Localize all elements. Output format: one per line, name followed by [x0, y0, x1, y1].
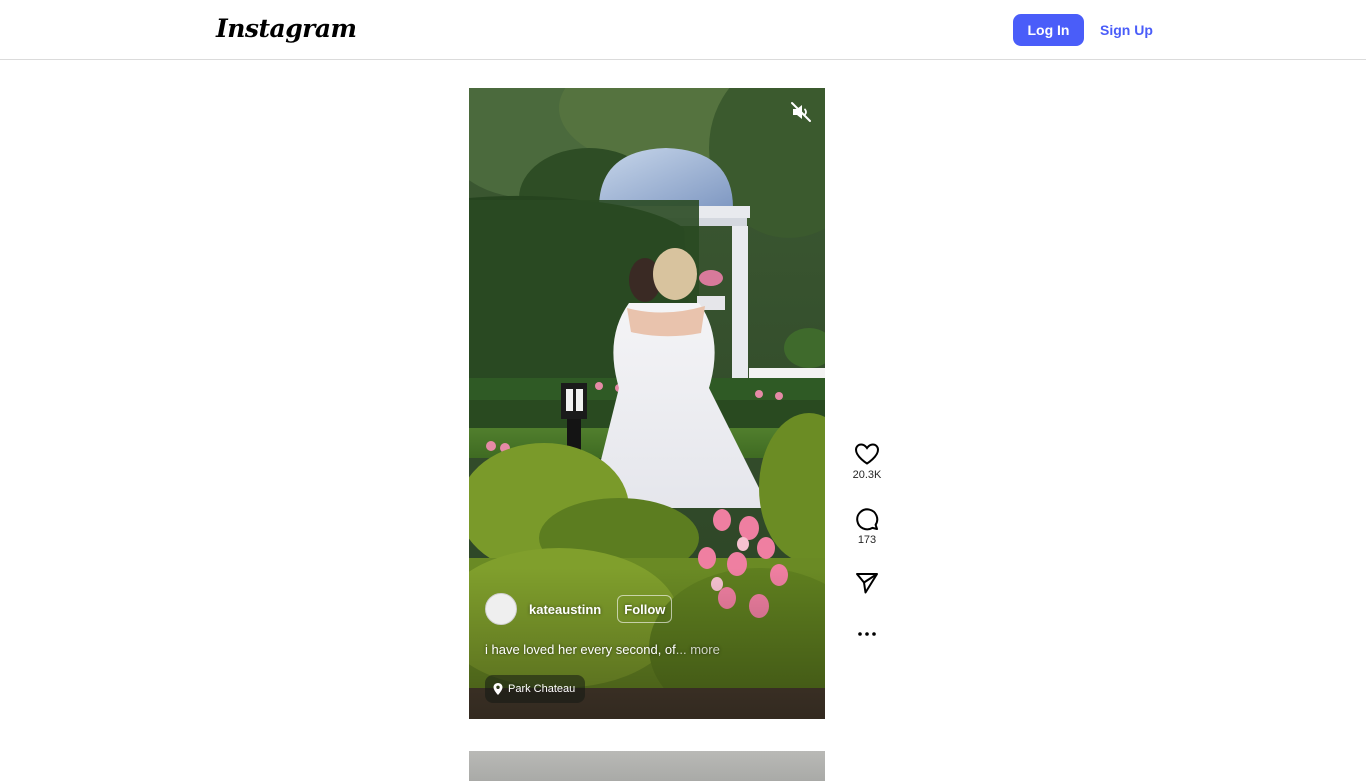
comment-count: 173	[857, 534, 877, 546]
next-reel-video[interactable]	[469, 751, 825, 781]
sign-up-link[interactable]: Sign Up	[1100, 14, 1153, 46]
log-in-button[interactable]: Log In	[1013, 14, 1084, 46]
location-tag[interactable]: Park Chateau	[485, 675, 586, 703]
paper-plane-icon	[856, 573, 878, 594]
author-username[interactable]: kateaustinn	[529, 602, 601, 617]
follow-button[interactable]: Follow	[617, 595, 673, 623]
comment-action[interactable]: 173	[847, 507, 887, 546]
like-action[interactable]: 20.3K	[847, 442, 887, 481]
caption-more-link[interactable]: ... more	[676, 642, 720, 657]
speaker-muted-icon	[791, 102, 811, 122]
comment-bubble-icon	[856, 508, 879, 531]
reel-video[interactable]: kateaustinn Follow i have loved her ever…	[469, 88, 825, 719]
location-label: Park Chateau	[508, 683, 576, 695]
reel-caption: i have loved her every second, of... mor…	[485, 642, 720, 657]
like-count: 20.3K	[852, 469, 882, 481]
more-options-action[interactable]	[847, 624, 887, 644]
heart-icon	[854, 443, 880, 465]
instagram-logo[interactable]: Instagram	[216, 14, 357, 43]
reel-author-row: kateaustinn Follow	[485, 593, 673, 625]
mute-button[interactable]	[789, 100, 813, 124]
avatar[interactable]	[485, 593, 517, 625]
top-navigation-bar: Instagram Log In Sign Up	[0, 0, 1366, 60]
more-horizontal-icon	[858, 632, 876, 636]
caption-text: i have loved her every second, of	[485, 642, 676, 657]
share-action[interactable]	[847, 571, 887, 595]
location-pin-icon	[493, 683, 503, 695]
